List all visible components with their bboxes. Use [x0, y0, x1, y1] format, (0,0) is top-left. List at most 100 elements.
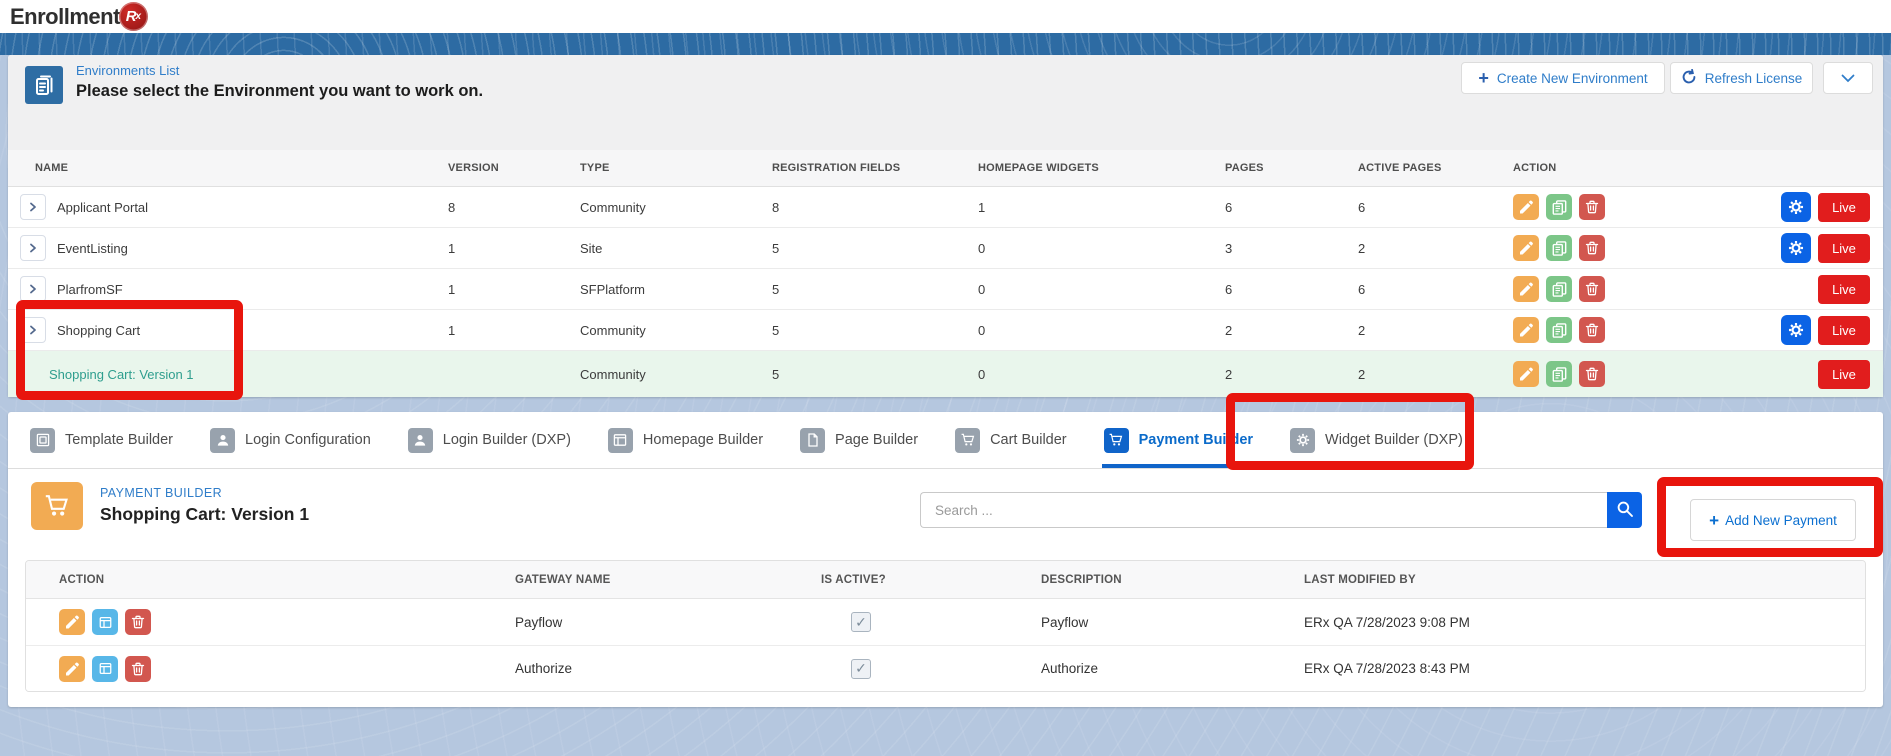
expand-row-button[interactable] [20, 276, 46, 302]
env-version-link[interactable]: Shopping Cart: Version 1 [49, 367, 194, 382]
cart-icon [955, 428, 980, 453]
gateway-name: Authorize [515, 661, 821, 676]
logo-text: Enrollment [10, 4, 120, 30]
payment-builder-title: Shopping Cart: Version 1 [100, 504, 309, 525]
env-registration-fields: 5 [772, 282, 978, 297]
tab-homepage-builder[interactable]: Homepage Builder [608, 412, 763, 468]
cart-icon [1104, 428, 1129, 453]
edit-icon[interactable] [59, 656, 85, 682]
env-name[interactable]: Applicant Portal [57, 200, 148, 215]
expand-row-button[interactable] [20, 235, 46, 261]
refresh-license-button[interactable]: Refresh License [1670, 62, 1813, 94]
col-is-active: IS ACTIVE? [821, 574, 1041, 586]
settings-gear-button[interactable] [1781, 192, 1811, 222]
is-active-checkbox[interactable] [851, 612, 871, 632]
env-registration-fields: 8 [772, 200, 978, 215]
copy-icon[interactable] [1546, 276, 1572, 302]
env-version: 1 [448, 241, 580, 256]
edit-icon[interactable] [1513, 276, 1539, 302]
env-registration-fields: 5 [772, 323, 978, 338]
live-button[interactable]: Live [1818, 316, 1870, 345]
env-pages: 2 [1225, 367, 1358, 382]
environments-panel: Environments List Please select the Envi… [8, 55, 1883, 397]
env-name[interactable]: Shopping Cart [57, 323, 140, 338]
expand-row-button[interactable] [20, 317, 46, 343]
header-dropdown-button[interactable] [1823, 62, 1873, 94]
gateway-description: Payflow [1041, 615, 1304, 630]
configure-icon[interactable] [92, 656, 118, 682]
payments-table: ACTION GATEWAY NAME IS ACTIVE? DESCRIPTI… [25, 560, 1866, 692]
search-button[interactable] [1607, 492, 1642, 528]
expand-row-button[interactable] [20, 194, 46, 220]
env-homepage-widgets: 1 [978, 200, 1225, 215]
copy-icon[interactable] [1546, 194, 1572, 220]
live-button[interactable]: Live [1818, 193, 1870, 222]
delete-icon[interactable] [125, 656, 151, 682]
is-active-checkbox[interactable] [851, 659, 871, 679]
user-icon [210, 428, 235, 453]
edit-icon[interactable] [1513, 361, 1539, 387]
live-button[interactable]: Live [1818, 275, 1870, 304]
environments-header: Environments List Please select the Envi… [8, 55, 1883, 150]
tab-login-builder-dxp[interactable]: Login Builder (DXP) [408, 412, 571, 468]
env-type: Community [580, 323, 772, 338]
edit-icon[interactable] [1513, 235, 1539, 261]
tab-payment-builder[interactable]: Payment Builder [1104, 412, 1253, 468]
env-table-row: Shopping Cart 1 Community 5 0 2 2 Live [8, 310, 1883, 351]
plus-icon: + [1478, 69, 1489, 87]
env-homepage-widgets: 0 [978, 241, 1225, 256]
env-active-pages: 2 [1358, 367, 1505, 382]
tab-widget-builder-dxp[interactable]: Widget Builder (DXP) [1290, 412, 1463, 468]
env-table-row: Applicant Portal 8 Community 8 1 6 6 Liv… [8, 187, 1883, 228]
copy-icon[interactable] [1546, 317, 1572, 343]
search-input[interactable] [920, 492, 1607, 528]
tab-page-builder[interactable]: Page Builder [800, 412, 918, 468]
delete-icon[interactable] [1579, 317, 1605, 343]
plus-icon: + [1709, 512, 1719, 529]
template-builder-icon [30, 428, 55, 453]
builder-panel: Template Builder Login Configuration Log… [8, 412, 1883, 707]
env-type: Community [580, 200, 772, 215]
add-new-payment-button[interactable]: + Add New Payment [1690, 499, 1856, 541]
page-title: Please select the Environment you want t… [76, 82, 483, 101]
env-homepage-widgets: 0 [978, 282, 1225, 297]
tab-template-builder[interactable]: Template Builder [30, 412, 173, 468]
settings-gear-button[interactable] [1781, 233, 1811, 263]
configure-icon[interactable] [92, 609, 118, 635]
col-pages: PAGES [1225, 162, 1358, 174]
payment-builder-label: PAYMENT BUILDER [100, 486, 222, 500]
gateway-name: Payflow [515, 615, 821, 630]
col-registration-fields: REGISTRATION FIELDS [772, 162, 978, 174]
env-table-header: NAME VERSION TYPE REGISTRATION FIELDS HO… [8, 150, 1883, 187]
live-button[interactable]: Live [1818, 360, 1870, 389]
edit-icon[interactable] [59, 609, 85, 635]
env-version: 1 [448, 323, 580, 338]
last-modified-by: ERx QA 7/28/2023 9:08 PM [1304, 615, 1865, 630]
env-pages: 6 [1225, 282, 1358, 297]
last-modified-by: ERx QA 7/28/2023 8:43 PM [1304, 661, 1865, 676]
env-pages: 2 [1225, 323, 1358, 338]
delete-icon[interactable] [1579, 235, 1605, 261]
delete-icon[interactable] [1579, 361, 1605, 387]
create-new-environment-button[interactable]: + Create New Environment [1461, 62, 1665, 94]
window-icon [608, 428, 633, 453]
col-homepage-widgets: HOMEPAGE WIDGETS [978, 162, 1225, 174]
live-button[interactable]: Live [1818, 234, 1870, 263]
tab-cart-builder[interactable]: Cart Builder [955, 412, 1067, 468]
settings-gear-button[interactable] [1781, 315, 1811, 345]
delete-icon[interactable] [125, 609, 151, 635]
edit-icon[interactable] [1513, 317, 1539, 343]
copy-icon[interactable] [1546, 235, 1572, 261]
env-pages: 6 [1225, 200, 1358, 215]
env-registration-fields: 5 [772, 367, 978, 382]
delete-icon[interactable] [1579, 194, 1605, 220]
search-bar [920, 492, 1642, 528]
edit-icon[interactable] [1513, 194, 1539, 220]
env-name[interactable]: PlarfromSF [57, 282, 123, 297]
col-name: NAME [8, 162, 448, 174]
env-name[interactable]: EventListing [57, 241, 128, 256]
tab-login-configuration[interactable]: Login Configuration [210, 412, 371, 468]
copy-icon[interactable] [1546, 361, 1572, 387]
environments-list-label: Environments List [76, 63, 179, 78]
delete-icon[interactable] [1579, 276, 1605, 302]
